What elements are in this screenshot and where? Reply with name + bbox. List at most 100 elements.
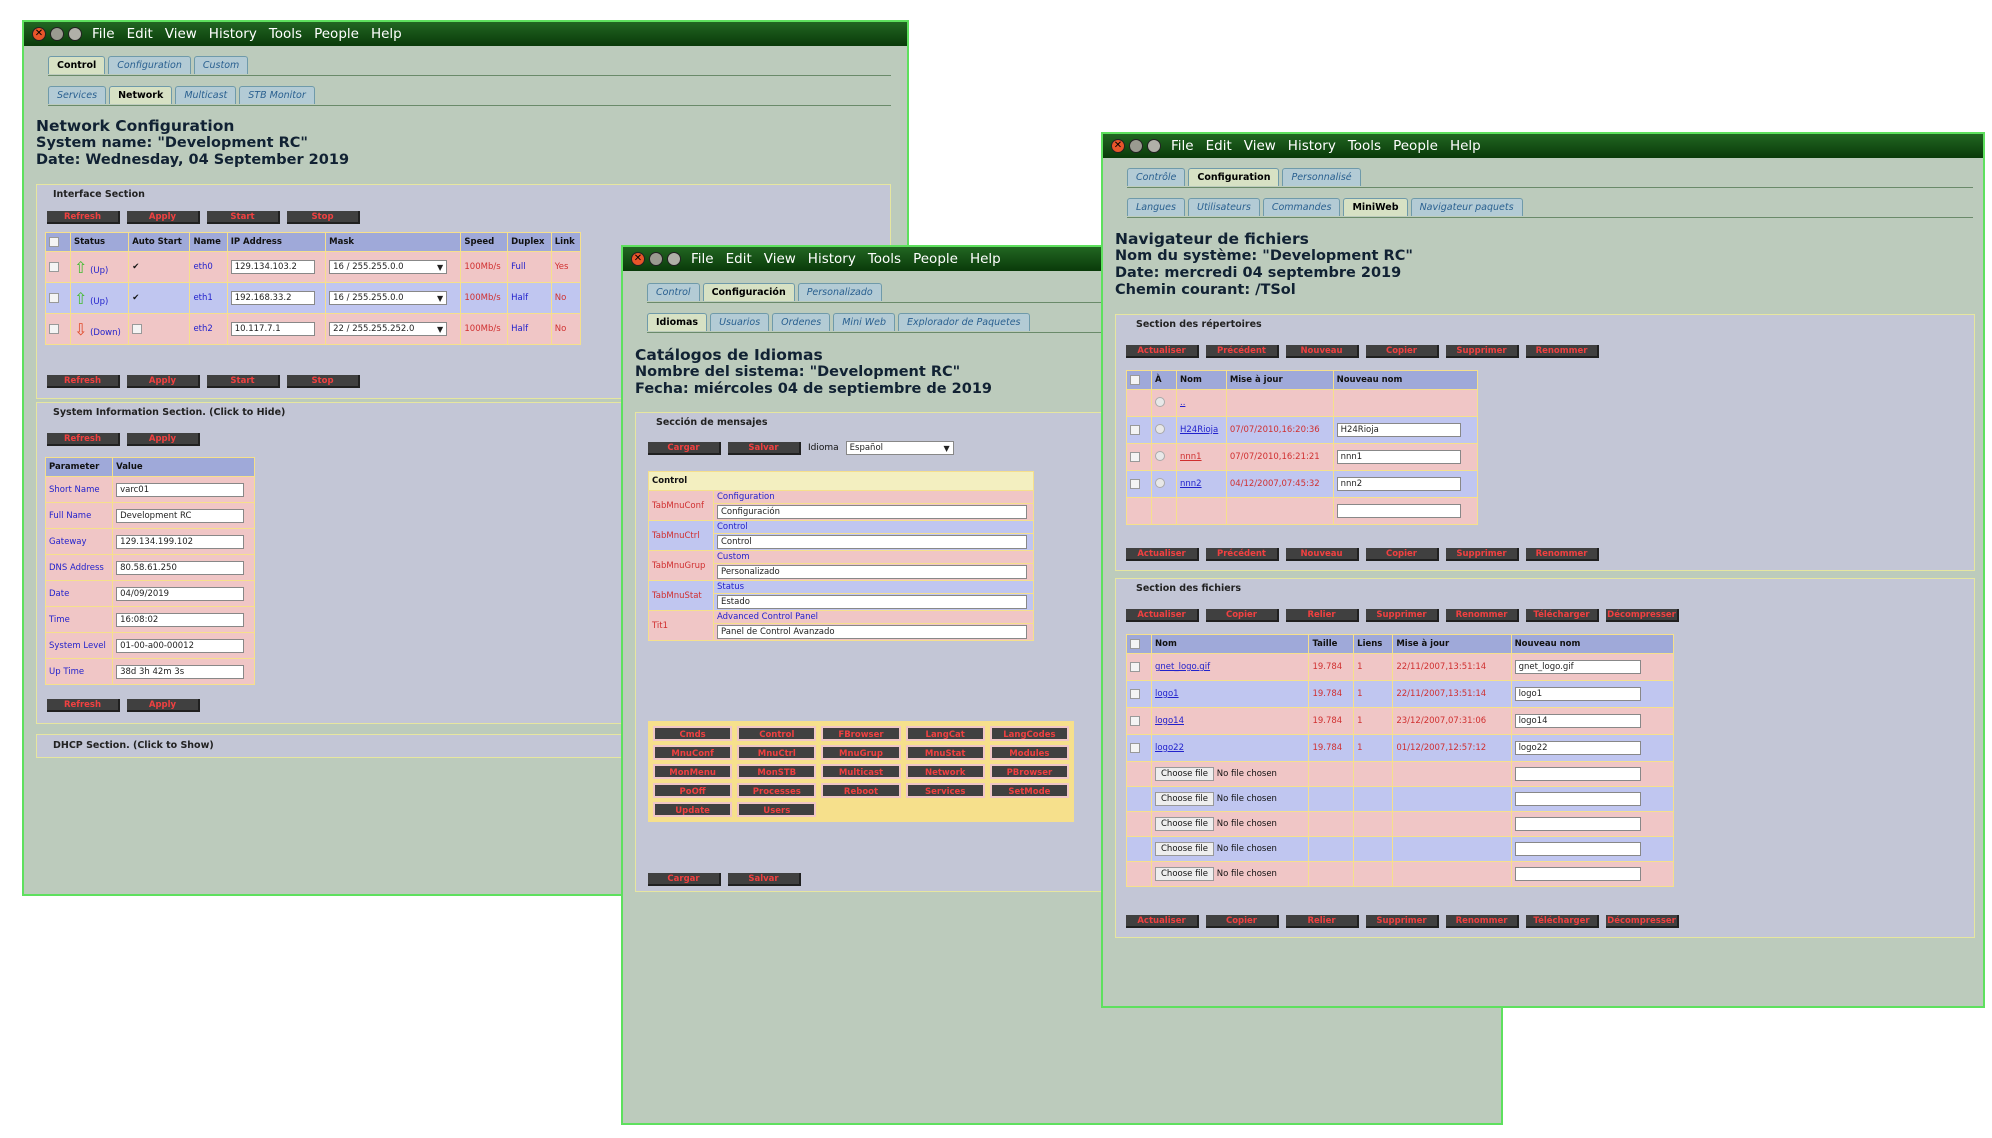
tab-configuration[interactable]: Configuration xyxy=(1188,168,1280,186)
new-name-field[interactable]: gnet_logo.gif xyxy=(1514,660,1641,674)
row-checkbox[interactable] xyxy=(1130,451,1140,462)
entry-field[interactable]: Control xyxy=(717,535,1027,549)
download-button[interactable]: Télécharger xyxy=(1526,915,1599,928)
row-checkbox[interactable] xyxy=(1130,688,1140,699)
catalog-button-langcat[interactable]: LangCat xyxy=(905,726,985,741)
refresh-button[interactable]: Actualiser xyxy=(1126,609,1199,622)
file-link[interactable]: logo22 xyxy=(1155,743,1184,753)
tab-configuration[interactable]: Configuration xyxy=(108,56,191,74)
catalog-button-pooff[interactable]: PoOff xyxy=(653,783,733,798)
catalog-button-monstb[interactable]: MonSTB xyxy=(737,764,817,779)
delete-button[interactable]: Supprimer xyxy=(1446,548,1519,561)
catalog-button-services[interactable]: Services xyxy=(905,783,985,798)
catalog-button-mnuctrl[interactable]: MnuCtrl xyxy=(737,745,817,760)
file-link[interactable]: logo14 xyxy=(1155,716,1184,726)
menu-view[interactable]: View xyxy=(764,251,796,267)
apply-button[interactable]: Apply xyxy=(127,699,200,712)
menu-history[interactable]: History xyxy=(209,26,257,42)
catalog-button-processes[interactable]: Processes xyxy=(737,783,817,798)
close-icon[interactable]: ✕ xyxy=(631,252,645,266)
file-link[interactable]: logo1 xyxy=(1155,689,1179,699)
catalog-button-update[interactable]: Update xyxy=(653,802,733,817)
catalog-button-langcodes[interactable]: LangCodes xyxy=(989,726,1069,741)
select-all-checkbox[interactable] xyxy=(1130,638,1140,649)
upload-name-field[interactable] xyxy=(1514,817,1641,831)
choose-file-button[interactable]: Choose file xyxy=(1155,842,1215,856)
tab-network[interactable]: Network xyxy=(109,86,173,104)
row-checkbox[interactable] xyxy=(1130,661,1140,672)
row-checkbox[interactable] xyxy=(49,261,59,272)
minimize-icon[interactable] xyxy=(50,27,64,41)
copy-button[interactable]: Copier xyxy=(1366,345,1439,358)
cargar-button[interactable]: Cargar xyxy=(648,873,721,886)
dir-link[interactable]: .. xyxy=(1180,398,1185,408)
param-field[interactable]: varc01 xyxy=(116,482,245,497)
close-icon[interactable]: ✕ xyxy=(32,27,46,41)
ip-field[interactable]: 129.134.103.2 xyxy=(230,260,315,274)
refresh-button[interactable]: Actualiser xyxy=(1126,915,1199,928)
row-checkbox[interactable] xyxy=(1130,742,1140,753)
menu-people[interactable]: People xyxy=(1393,138,1438,154)
new-name-field[interactable]: nnn2 xyxy=(1336,477,1461,491)
previous-button[interactable]: Précédent xyxy=(1206,548,1279,561)
maximize-icon[interactable] xyxy=(1147,139,1161,153)
menu-help[interactable]: Help xyxy=(970,251,1001,267)
entry-field[interactable]: Configuración xyxy=(717,505,1027,519)
link-button[interactable]: Relier xyxy=(1286,915,1359,928)
tab-mini-web[interactable]: Mini Web xyxy=(833,313,896,331)
param-field[interactable]: Development RC xyxy=(116,508,245,523)
entry-field[interactable]: Panel de Control Avanzado xyxy=(717,625,1027,639)
menu-help[interactable]: Help xyxy=(371,26,402,42)
dir-link[interactable]: nnn2 xyxy=(1180,479,1202,489)
delete-button[interactable]: Supprimer xyxy=(1366,915,1439,928)
entry-field[interactable]: Personalizado xyxy=(717,565,1027,579)
menu-file[interactable]: File xyxy=(691,251,714,267)
new-button[interactable]: Nouveau xyxy=(1286,548,1359,561)
choose-file-button[interactable]: Choose file xyxy=(1155,867,1215,881)
stop-button[interactable]: Stop xyxy=(287,375,360,388)
param-field[interactable]: 01-00-a00-00012 xyxy=(116,638,245,653)
row-radio[interactable] xyxy=(1155,477,1165,488)
delete-button[interactable]: Supprimer xyxy=(1366,609,1439,622)
choose-file-button[interactable]: Choose file xyxy=(1155,817,1215,831)
refresh-button[interactable]: Refresh xyxy=(47,699,120,712)
new-name-field[interactable]: nnn1 xyxy=(1336,450,1461,464)
decompress-button[interactable]: Décompresser xyxy=(1606,915,1679,928)
row-checkbox[interactable] xyxy=(1130,478,1140,489)
tab-commandes[interactable]: Commandes xyxy=(1262,198,1341,216)
choose-file-button[interactable]: Choose file xyxy=(1155,792,1215,806)
new-name-field[interactable]: logo22 xyxy=(1514,741,1641,755)
row-checkbox[interactable] xyxy=(1130,715,1140,726)
refresh-button[interactable]: Actualiser xyxy=(1126,548,1199,561)
new-name-field[interactable]: logo1 xyxy=(1514,687,1641,701)
file-link[interactable]: gnet_logo.gif xyxy=(1155,662,1210,672)
stop-button[interactable]: Stop xyxy=(287,211,360,224)
tab-custom[interactable]: Custom xyxy=(193,56,249,74)
catalog-button-fbrowser[interactable]: FBrowser xyxy=(821,726,901,741)
select-all-checkbox[interactable] xyxy=(1130,374,1140,385)
section-title[interactable]: DHCP Section. (Click to Show) xyxy=(53,740,214,751)
upload-name-field[interactable] xyxy=(1514,842,1641,856)
menu-view[interactable]: View xyxy=(1244,138,1276,154)
decompress-button[interactable]: Décompresser xyxy=(1606,609,1679,622)
apply-button[interactable]: Apply xyxy=(127,375,200,388)
row-checkbox[interactable] xyxy=(1130,424,1140,435)
tab-controle[interactable]: Contrôle xyxy=(1127,168,1186,186)
tab-control[interactable]: Control xyxy=(48,56,106,74)
tab-personalizado[interactable]: Personalizado xyxy=(797,283,882,301)
tab-personnalise[interactable]: Personnalisé xyxy=(1282,168,1361,186)
param-field[interactable]: 80.58.61.250 xyxy=(116,560,245,575)
entry-field[interactable]: Estado xyxy=(717,595,1027,609)
mask-select[interactable]: 22 / 255.255.252.0 xyxy=(329,322,448,336)
menu-file[interactable]: File xyxy=(1171,138,1194,154)
menu-tools[interactable]: Tools xyxy=(868,251,901,267)
catalog-button-modules[interactable]: Modules xyxy=(989,745,1069,760)
refresh-button[interactable]: Actualiser xyxy=(1126,345,1199,358)
choose-file-button[interactable]: Choose file xyxy=(1155,767,1215,781)
tab-idiomas[interactable]: Idiomas xyxy=(647,313,708,331)
new-folder-field[interactable] xyxy=(1336,504,1461,518)
delete-button[interactable]: Supprimer xyxy=(1446,345,1519,358)
tab-utilisateurs[interactable]: Utilisateurs xyxy=(1187,198,1260,216)
new-name-field[interactable]: H24Rioja xyxy=(1336,423,1461,437)
refresh-button[interactable]: Refresh xyxy=(47,375,120,388)
